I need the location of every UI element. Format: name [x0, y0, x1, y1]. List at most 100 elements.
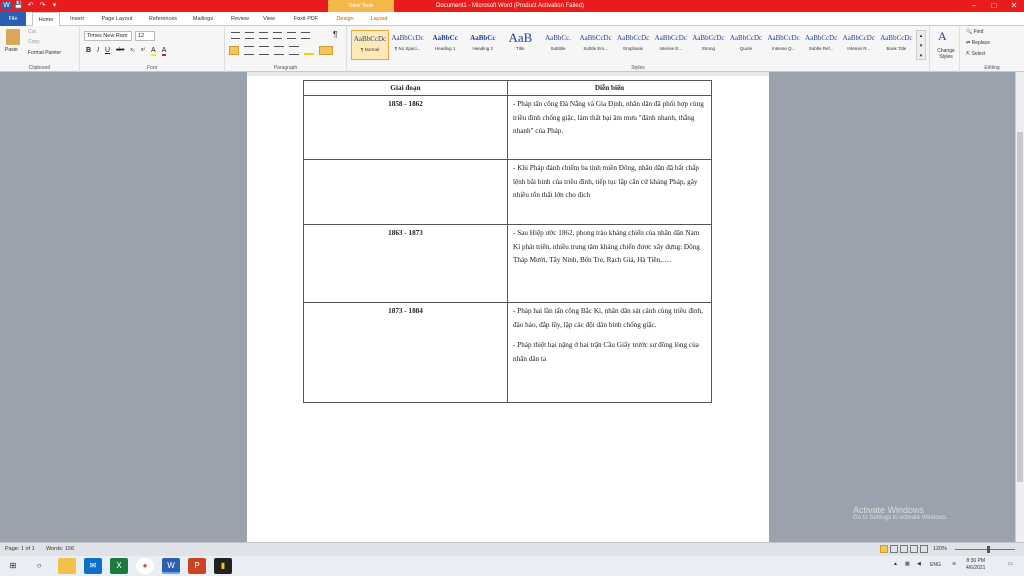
outline-icon[interactable]	[910, 545, 918, 553]
style-item[interactable]: AaBbCcDc Quote	[727, 30, 765, 60]
document-table[interactable]: Giai đoạn Diễn biến 1858 - 1862 - Pháp t…	[303, 80, 712, 403]
cut-button[interactable]: Cut	[28, 29, 36, 35]
subscript-button[interactable]: x₂	[130, 47, 134, 56]
tab-mailings[interactable]: Mailings	[188, 12, 218, 26]
zoom-slider[interactable]	[955, 546, 1015, 553]
highlight-color-button[interactable]: A	[151, 47, 156, 56]
copy-button[interactable]: Copy	[28, 39, 40, 45]
tab-page-layout[interactable]: Page Layout	[96, 12, 138, 26]
styles-more-button[interactable]: ▴ ▾ ▾	[916, 30, 926, 60]
find-button[interactable]: 🔍 Find	[966, 29, 983, 35]
excel-icon[interactable]: X	[110, 558, 128, 574]
powerpoint-icon[interactable]: P	[188, 558, 206, 574]
justify-icon[interactable]	[274, 46, 284, 55]
style-item[interactable]: AaBbCcDc ¶ No Spaci...	[389, 30, 427, 60]
input-language[interactable]: ENG	[930, 562, 941, 568]
line-spacing-icon[interactable]	[289, 46, 299, 55]
zoom-slider-thumb[interactable]	[987, 546, 990, 553]
clock[interactable]: 8:36 PM 4/6/2021	[966, 558, 985, 572]
style-item[interactable]: AaB Title	[501, 30, 539, 60]
style-item[interactable]: AaBbCc. Subtitle	[539, 30, 577, 60]
align-right-icon[interactable]	[259, 46, 269, 55]
tab-references[interactable]: References	[144, 12, 182, 26]
align-left-icon[interactable]	[229, 46, 239, 55]
tab-file[interactable]: File	[0, 12, 26, 26]
change-styles-icon[interactable]: A	[938, 29, 947, 44]
style-item[interactable]: AaBbCcDc ¶ Normal	[351, 30, 389, 60]
style-item[interactable]: AaBbCcDc Intense R...	[840, 30, 878, 60]
tab-home[interactable]: Home	[32, 12, 60, 26]
search-icon[interactable]: ○	[30, 558, 48, 574]
events-cell[interactable]: - Sau Hiệp ước 1862, phong trào kháng ch…	[507, 224, 712, 303]
maximize-button[interactable]: □	[984, 0, 1004, 12]
save-icon[interactable]: 💾	[14, 1, 23, 10]
chrome-icon[interactable]: ●	[136, 558, 154, 574]
undo-icon[interactable]: ↶	[26, 1, 35, 10]
show-hidden-icons-icon[interactable]: ▲	[893, 561, 898, 567]
paste-button[interactable]: Paste	[5, 47, 18, 53]
print-layout-icon[interactable]	[880, 545, 888, 553]
tab-foxit-pdf[interactable]: Foxit PDF	[288, 12, 324, 26]
increase-indent-icon[interactable]	[287, 32, 296, 39]
events-cell[interactable]: - Khi Pháp đánh chiếm ba tỉnh miền Đông,…	[507, 159, 712, 225]
page-count[interactable]: Page: 1 of 1	[5, 546, 35, 552]
close-button[interactable]: ✕	[1004, 0, 1024, 12]
italic-button[interactable]: I	[97, 47, 99, 56]
scrollbar-thumb[interactable]	[1017, 132, 1023, 482]
tab-design[interactable]: Design	[330, 12, 360, 26]
header-period[interactable]: Giai đoạn	[303, 80, 508, 96]
style-item[interactable]: AaBbCcDc Subtle Ref...	[802, 30, 840, 60]
borders-icon[interactable]	[319, 46, 333, 55]
events-cell[interactable]: - Pháp hai lần tấn công Bắc Kì, nhân dân…	[507, 302, 712, 403]
windows-start-icon[interactable]: ⊞	[4, 558, 22, 574]
style-item[interactable]: AaBbCc Heading 1	[426, 30, 464, 60]
period-cell[interactable]: 1863 - 1873	[303, 224, 508, 303]
bold-button[interactable]: B	[86, 47, 91, 56]
tab-view[interactable]: View	[258, 12, 280, 26]
show-formatting-marks-button[interactable]: ¶	[333, 30, 337, 39]
change-styles-button[interactable]: Change Styles	[936, 48, 956, 60]
network-icon[interactable]: ▦	[905, 561, 910, 567]
web-layout-icon[interactable]	[900, 545, 908, 553]
shading-icon[interactable]	[304, 46, 314, 55]
customize-qat-icon[interactable]: ▾	[50, 1, 59, 10]
header-events[interactable]: Diễn biến	[507, 80, 712, 96]
word-icon[interactable]: W	[162, 558, 180, 574]
period-cell[interactable]	[303, 159, 508, 225]
volume-icon[interactable]: ◀	[917, 561, 921, 567]
style-item[interactable]: AaBbCcDc Intense Q...	[765, 30, 803, 60]
vertical-scrollbar[interactable]	[1015, 72, 1024, 542]
paste-icon[interactable]	[6, 29, 20, 45]
period-cell[interactable]: 1873 - 1884	[303, 302, 508, 403]
replace-button[interactable]: ⇄ Replace	[966, 40, 990, 46]
style-item[interactable]: AaBbCcDc Emphasis	[614, 30, 652, 60]
tab-review[interactable]: Review	[226, 12, 254, 26]
style-item[interactable]: AaBbCcDc Subtle Em...	[577, 30, 615, 60]
tab-insert[interactable]: Insert	[64, 12, 90, 26]
redo-icon[interactable]: ↷	[38, 1, 47, 10]
mail-icon[interactable]: ✉	[84, 558, 102, 574]
numbering-icon[interactable]	[245, 32, 254, 39]
format-painter-button[interactable]: Format Painter	[28, 50, 61, 56]
wifi-icon[interactable]: ≋	[952, 561, 956, 567]
file-explorer-icon[interactable]	[58, 558, 76, 574]
bullets-icon[interactable]	[231, 32, 240, 39]
font-size-select[interactable]: 12	[135, 31, 155, 41]
select-button[interactable]: ⇱ Select	[966, 51, 986, 57]
superscript-button[interactable]: x²	[141, 47, 145, 56]
sort-icon[interactable]	[301, 32, 310, 39]
events-cell[interactable]: - Pháp tấn công Đà Nẵng và Gia Định, nhâ…	[507, 95, 712, 160]
style-item[interactable]: AaBbCcDc Strong	[689, 30, 727, 60]
tab-table-layout[interactable]: Layout	[364, 12, 394, 26]
strikethrough-button[interactable]: abe	[116, 47, 124, 56]
decrease-indent-icon[interactable]	[273, 32, 282, 39]
notifications-icon[interactable]: ▭	[1008, 561, 1013, 567]
full-screen-reading-icon[interactable]	[890, 545, 898, 553]
draft-icon[interactable]	[920, 545, 928, 553]
font-color-button[interactable]: A	[161, 47, 167, 56]
font-name-select[interactable]: Times New Rom	[84, 31, 132, 41]
sticky-notes-icon[interactable]: ▮	[214, 558, 232, 574]
period-cell[interactable]: 1858 - 1862	[303, 95, 508, 160]
style-item[interactable]: AaBbCcDc Intense E...	[652, 30, 690, 60]
underline-button[interactable]: U	[105, 47, 110, 56]
